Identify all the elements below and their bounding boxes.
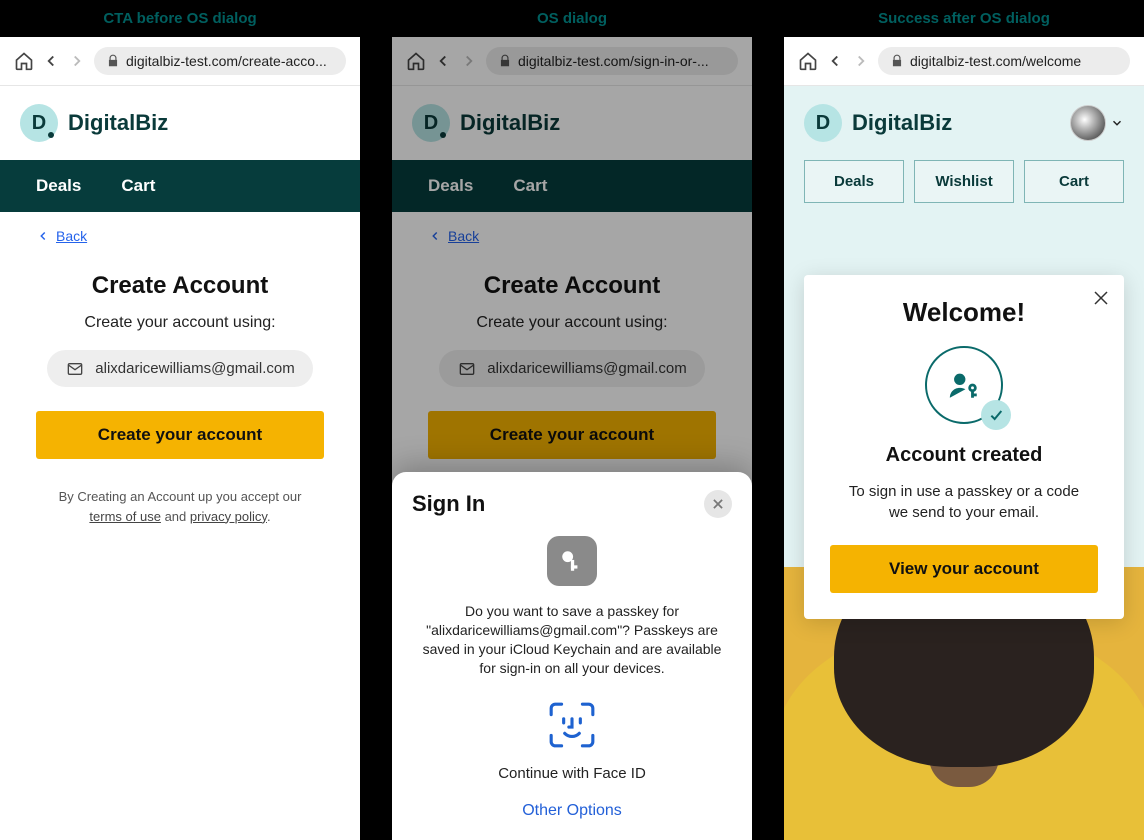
forward-icon[interactable] — [852, 52, 870, 70]
account-menu[interactable] — [1070, 105, 1124, 141]
sheet-title: Sign In — [412, 491, 485, 517]
brand-header: D DigitalBiz — [0, 86, 360, 160]
welcome-card: Welcome! Account created To sign in use … — [804, 275, 1124, 619]
tab-cart[interactable]: Cart — [1024, 160, 1124, 203]
close-icon — [711, 497, 725, 511]
tab-wishlist[interactable]: Wishlist — [914, 160, 1014, 203]
sheet-close-button[interactable] — [704, 490, 732, 518]
email-pill[interactable]: alixdaricewilliams@gmail.com — [47, 350, 312, 387]
browser-chrome: digitalbiz-test.com/create-acco... — [0, 37, 360, 86]
chevron-down-icon — [1110, 116, 1124, 130]
phone-frame-2: digitalbiz-test.com/sign-in-or-... D Dig… — [392, 37, 752, 840]
brand-logo: D — [20, 104, 58, 142]
faceid-block[interactable]: Continue with Face ID — [412, 700, 732, 782]
stage-label-3: Success after OS dialog — [784, 0, 1144, 37]
tab-deals[interactable]: Deals — [36, 176, 81, 196]
welcome-title: Welcome! — [830, 297, 1098, 328]
url-bar[interactable]: digitalbiz-test.com/welcome — [878, 47, 1130, 75]
browser-chrome: digitalbiz-test.com/welcome — [784, 37, 1144, 86]
url-bar[interactable]: digitalbiz-test.com/create-acco... — [94, 47, 346, 75]
check-icon — [988, 407, 1004, 423]
view-account-button[interactable]: View your account — [830, 545, 1098, 593]
brand-name: DigitalBiz — [68, 110, 168, 136]
back-icon[interactable] — [42, 52, 60, 70]
stage-label-2: OS dialog — [392, 0, 752, 37]
forward-icon[interactable] — [68, 52, 86, 70]
other-options-link[interactable]: Other Options — [412, 802, 732, 820]
back-link[interactable]: Back — [0, 212, 360, 244]
brand-header: D DigitalBiz — [784, 86, 1144, 160]
user-key-icon — [947, 368, 981, 402]
home-icon[interactable] — [14, 51, 34, 71]
check-badge — [981, 400, 1011, 430]
lock-icon — [106, 54, 120, 68]
back-label: Back — [56, 228, 87, 244]
faceid-label: Continue with Face ID — [412, 765, 732, 782]
avatar — [1070, 105, 1106, 141]
close-icon — [1092, 289, 1110, 307]
privacy-link[interactable]: privacy policy — [190, 509, 267, 524]
welcome-icon — [925, 346, 1003, 424]
email-value: alixdaricewilliams@gmail.com — [95, 360, 294, 377]
faceid-icon — [547, 700, 597, 750]
nav-tabs: Deals Cart — [0, 160, 360, 212]
tab-cart[interactable]: Cart — [121, 176, 155, 196]
url-text: digitalbiz-test.com/create-acco... — [126, 53, 327, 69]
url-text: digitalbiz-test.com/welcome — [910, 53, 1081, 69]
create-account-button[interactable]: Create your account — [36, 411, 324, 459]
lock-icon — [890, 54, 904, 68]
account-created-sub: To sign in use a passkey or a code we se… — [830, 481, 1098, 523]
phone-frame-3: digitalbiz-test.com/welcome D DigitalBiz… — [784, 37, 1144, 840]
phone-frame-1: digitalbiz-test.com/create-acco... D Dig… — [0, 37, 360, 840]
legal-text: By Creating an Account up you accept our… — [36, 487, 324, 526]
brand-logo: D — [804, 104, 842, 142]
page-title: Create Account — [36, 272, 324, 300]
tab-deals[interactable]: Deals — [804, 160, 904, 203]
back-icon[interactable] — [826, 52, 844, 70]
os-signin-sheet: Sign In Do you want to save a passkey fo… — [392, 472, 752, 840]
account-created-title: Account created — [830, 444, 1098, 467]
stage-label-1: CTA before OS dialog — [0, 0, 360, 37]
pill-tabs: Deals Wishlist Cart — [784, 160, 1144, 217]
passkey-icon — [547, 536, 597, 586]
mail-icon — [65, 361, 85, 377]
sheet-body-text: Do you want to save a passkey for "alixd… — [412, 602, 732, 678]
brand-name: DigitalBiz — [852, 110, 952, 136]
terms-link[interactable]: terms of use — [89, 509, 161, 524]
home-icon[interactable] — [798, 51, 818, 71]
chevron-left-icon — [36, 229, 50, 243]
close-button[interactable] — [1092, 289, 1110, 313]
page-subtitle: Create your account using: — [36, 314, 324, 332]
